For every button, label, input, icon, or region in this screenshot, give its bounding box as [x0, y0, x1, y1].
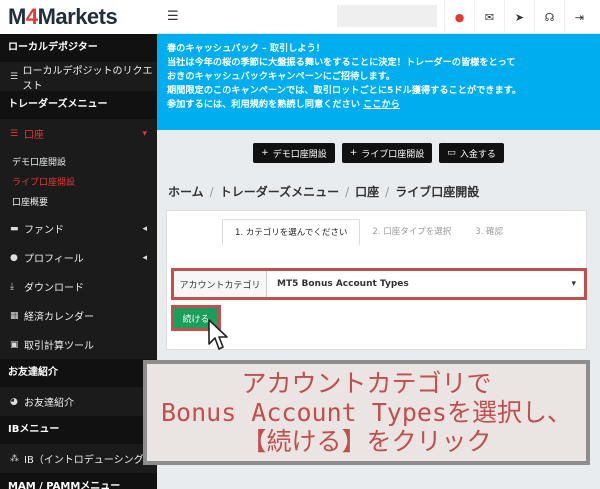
blurred-user-info — [337, 5, 437, 27]
sidebar-item-ib[interactable]: ⁂ IB（イントロデューシング — [0, 444, 157, 473]
callout-line: アカウントカテゴリで — [241, 369, 492, 398]
logo-4: 4 — [25, 4, 38, 29]
sidebar: M4Markets ローカルデポジター ☰ ローカルデポジットのリクエスト トレ… — [0, 0, 157, 489]
section-local-depositor: ローカルデポジター — [0, 34, 157, 62]
step-2[interactable]: 2. 口座タイプを選択 — [360, 219, 463, 246]
banner-line: 当社は今年の桜の季節に大盤振る舞いをすることに決定！トレーダーの皆様をとって — [167, 57, 516, 68]
section-traders-menu: トレーダーズメニュー — [0, 91, 157, 119]
user-icon: ● — [10, 252, 18, 263]
calculator-icon: ▣ — [10, 339, 19, 350]
step-3[interactable]: 3. 確認 — [463, 219, 515, 246]
cashback-banner: 春のキャッシュバック – 取引しよう！ 当社は今年の桜の季節に大盤振る舞いをする… — [157, 34, 600, 130]
plus-icon: + — [261, 148, 269, 158]
sidebar-sub-overview[interactable]: 口座概要 — [0, 191, 157, 211]
sidebar-item-label: 取引計算ツール — [24, 341, 94, 352]
record-icon[interactable]: ● — [444, 0, 474, 34]
open-demo-account-button[interactable]: + デモ口座開設 — [253, 143, 335, 163]
breadcrumb-account[interactable]: 口座 — [355, 185, 379, 199]
breadcrumb-home[interactable]: ホーム — [168, 185, 204, 199]
sidebar-item-label: お友達紹介 — [24, 398, 74, 409]
chevron-left-icon: ◂ — [142, 223, 147, 234]
sidebar-item-download[interactable]: ⤓ ダウンロード — [0, 272, 157, 301]
sidebar-item-calculator[interactable]: ▣ 取引計算ツール — [0, 330, 157, 359]
banner-line: 期間限定のこのキャンペーンでは、取引ロットごとに5ドル獲得することができます。 — [167, 85, 522, 96]
card-icon: ▭ — [447, 148, 456, 158]
wallet-icon: ▬ — [10, 223, 19, 234]
sidebar-item-label: 口座 — [24, 130, 44, 141]
network-icon: ⁂ — [10, 453, 19, 464]
users-icon: ◕ — [10, 396, 18, 407]
account-category-field: アカウントカテゴリ MT5 Bonus Account Types ▾ — [171, 268, 587, 300]
open-live-account-button[interactable]: + ライブ口座開設 — [341, 143, 433, 163]
sidebar-item-label: ファンド — [24, 225, 64, 236]
chevron-left-icon: ◂ — [142, 252, 147, 263]
sidebar-item-label: ローカルデポジットのリクエスト — [22, 65, 153, 92]
sidebar-item-local-deposit[interactable]: ☰ ローカルデポジットのリクエスト — [0, 62, 157, 92]
topbar: ☰ ● ✉ ➤ ☊ ⇥ — [157, 0, 600, 34]
envelope-icon[interactable]: ✉ — [474, 0, 504, 34]
account-category-label: アカウントカテゴリ — [174, 271, 267, 297]
hamburger-icon[interactable]: ☰ — [167, 9, 179, 24]
banner-link[interactable]: ここから — [363, 99, 400, 110]
sidebar-item-account[interactable]: ☰ 口座 ▾ — [0, 119, 157, 148]
sidebar-item-label: プロフィール — [24, 254, 84, 265]
chevron-down-icon: ▾ — [142, 128, 147, 139]
sidebar-sub-demo[interactable]: デモ口座開設 — [0, 151, 157, 171]
banner-line: 春のキャッシュバック – 取引しよう！ — [167, 43, 325, 54]
download-icon: ⤓ — [10, 281, 14, 292]
plus-icon: + — [349, 148, 358, 158]
callout-line: 【続ける】をクリック — [241, 427, 492, 456]
chevron-down-icon: ▾ — [571, 279, 576, 289]
step-1[interactable]: 1. カテゴリを選んでください — [222, 219, 361, 246]
mouse-cursor-icon — [208, 319, 228, 350]
banner-line: おきのキャッシュバックキャンペーンにご招待します。 — [167, 71, 396, 82]
action-buttons: + デモ口座開設 + ライブ口座開設 ▭ 入金する — [157, 143, 600, 163]
breadcrumb: ホーム / トレーダーズメニュー / 口座 / ライブ口座開設 — [168, 185, 480, 199]
section-friend-referral: お友達紹介 — [0, 359, 157, 387]
list-icon: ☰ — [10, 128, 19, 139]
logo-m: M — [8, 4, 26, 29]
section-ib-menu: IBメニュー — [0, 416, 157, 444]
sidebar-item-fund[interactable]: ▬ ファンド ◂ — [0, 214, 157, 243]
section-mam-pamm: MAM / PAMMメニュー — [0, 473, 157, 489]
sidebar-item-label: IB（イントロデューシング — [24, 455, 144, 466]
sidebar-item-label: 経済カレンダー — [24, 312, 94, 323]
list-icon: ☰ — [10, 71, 19, 82]
deposit-button[interactable]: ▭ 入金する — [439, 143, 504, 163]
sidebar-item-calendar[interactable]: ▦ 経済カレンダー — [0, 301, 157, 330]
sidebar-sub-live[interactable]: ライブ口座開設 — [0, 171, 157, 191]
banner-line: 参加するには、利用規約を熟読し同意ください — [167, 99, 360, 110]
send-icon[interactable]: ➤ — [504, 0, 534, 34]
sidebar-item-label: ダウンロード — [24, 283, 84, 294]
breadcrumb-live: ライブ口座開設 — [395, 185, 480, 199]
callout-line: Bonus Account Typesを選択し、 — [161, 398, 572, 427]
logo[interactable]: M4Markets — [0, 0, 157, 34]
instruction-callout: アカウントカテゴリで Bonus Account Typesを選択し、 【続ける… — [143, 360, 590, 465]
breadcrumb-traders-menu[interactable]: トレーダーズメニュー — [220, 185, 339, 199]
account-category-select[interactable]: MT5 Bonus Account Types ▾ — [267, 271, 584, 297]
logout-icon[interactable]: ⇥ — [564, 0, 594, 34]
headset-icon[interactable]: ☊ — [534, 0, 564, 34]
sidebar-item-friend[interactable]: ◕ お友達紹介 — [0, 387, 157, 416]
logo-markets: Markets — [37, 4, 118, 29]
step-tabs: 1. カテゴリを選んでください 2. 口座タイプを選択 3. 確認 — [222, 219, 515, 246]
calendar-icon: ▦ — [10, 310, 19, 321]
sidebar-item-profile[interactable]: ● プロフィール ◂ — [0, 243, 157, 272]
